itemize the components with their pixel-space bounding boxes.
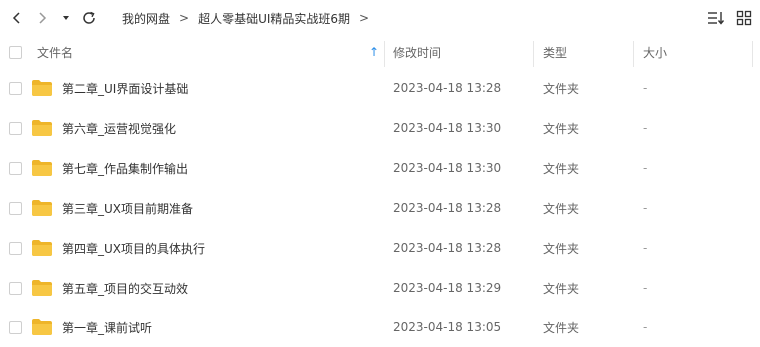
file-size: - — [643, 281, 648, 295]
file-name[interactable]: 第五章_项目的交互动效 — [62, 268, 188, 308]
file-size: - — [643, 161, 648, 175]
file-size: - — [643, 201, 648, 215]
file-modified: 2023-04-18 13:30 — [393, 161, 502, 175]
table-row[interactable]: 第二章_UI界面设计基础 2023-04-18 13:28 文件夹 - — [0, 68, 760, 108]
breadcrumb-separator: > — [179, 11, 190, 25]
toolbar: 我的网盘 > 超人零基础UI精品实战班6期 > — [0, 0, 760, 36]
view-toggle-button[interactable] — [734, 9, 754, 27]
select-all-checkbox[interactable] — [9, 46, 22, 59]
file-type: 文件夹 — [543, 81, 580, 96]
file-name[interactable]: 第三章_UX项目前期准备 — [62, 188, 193, 228]
row-checkbox[interactable] — [9, 122, 22, 135]
history-dropdown-button[interactable] — [59, 7, 73, 29]
breadcrumb-separator: > — [359, 11, 370, 25]
column-header-type[interactable]: 类型 — [543, 38, 567, 66]
row-checkbox[interactable] — [9, 162, 22, 175]
file-modified: 2023-04-18 13:28 — [393, 241, 502, 255]
file-name[interactable]: 第六章_运营视觉强化 — [62, 108, 176, 148]
column-divider[interactable] — [752, 41, 753, 67]
sort-button[interactable] — [706, 9, 726, 27]
table-row[interactable]: 第一章_课前试听 2023-04-18 13:05 文件夹 - — [0, 307, 760, 347]
row-checkbox[interactable] — [9, 242, 22, 255]
file-modified: 2023-04-18 13:29 — [393, 281, 502, 295]
table-row[interactable]: 第三章_UX项目前期准备 2023-04-18 13:28 文件夹 - — [0, 188, 760, 228]
chevron-right-icon — [39, 12, 47, 24]
file-size: - — [643, 241, 648, 255]
breadcrumb-item-current[interactable]: 超人零基础UI精品实战班6期 — [198, 10, 350, 27]
file-size: - — [643, 81, 648, 95]
file-modified: 2023-04-18 13:05 — [393, 320, 502, 334]
column-divider[interactable] — [384, 41, 385, 67]
column-divider[interactable] — [633, 41, 634, 67]
column-header-name[interactable]: 文件名 — [37, 38, 73, 66]
refresh-button[interactable] — [78, 7, 100, 29]
row-checkbox[interactable] — [9, 202, 22, 215]
caret-down-icon — [63, 16, 69, 20]
chevron-left-icon — [12, 12, 20, 24]
file-name[interactable]: 第二章_UI界面设计基础 — [62, 68, 188, 108]
file-modified: 2023-04-18 13:28 — [393, 81, 502, 95]
file-name[interactable]: 第一章_课前试听 — [62, 307, 152, 347]
breadcrumb-item-root[interactable]: 我的网盘 — [122, 10, 170, 27]
folder-icon — [32, 200, 52, 216]
file-modified: 2023-04-18 13:30 — [393, 121, 502, 135]
file-size: - — [643, 121, 648, 135]
row-checkbox[interactable] — [9, 321, 22, 334]
folder-icon — [32, 240, 52, 256]
column-header-modified[interactable]: 修改时间 — [393, 38, 441, 66]
file-type: 文件夹 — [543, 281, 580, 296]
grid-view-icon — [736, 10, 752, 26]
row-checkbox[interactable] — [9, 282, 22, 295]
file-modified: 2023-04-18 13:28 — [393, 201, 502, 215]
sort-ascending-icon[interactable]: ↑ — [369, 38, 379, 66]
table-row[interactable]: 第五章_项目的交互动效 2023-04-18 13:29 文件夹 - — [0, 268, 760, 308]
folder-icon — [32, 80, 52, 96]
folder-icon — [32, 120, 52, 136]
folder-icon — [32, 160, 52, 176]
table-header: 文件名 ↑ 修改时间 类型 大小 — [0, 38, 760, 67]
file-size: - — [643, 320, 648, 334]
column-divider[interactable] — [533, 41, 534, 67]
file-type: 文件夹 — [543, 320, 580, 335]
folder-icon — [32, 280, 52, 296]
table-row[interactable]: 第四章_UX项目的具体执行 2023-04-18 13:28 文件夹 - — [0, 228, 760, 268]
row-checkbox[interactable] — [9, 82, 22, 95]
file-name[interactable]: 第七章_作品集制作输出 — [62, 148, 188, 188]
table-row[interactable]: 第六章_运营视觉强化 2023-04-18 13:30 文件夹 - — [0, 108, 760, 148]
file-type: 文件夹 — [543, 121, 580, 136]
file-type: 文件夹 — [543, 161, 580, 176]
back-button[interactable] — [6, 7, 28, 29]
file-type: 文件夹 — [543, 241, 580, 256]
table-row[interactable]: 第七章_作品集制作输出 2023-04-18 13:30 文件夹 - — [0, 148, 760, 188]
forward-button[interactable] — [31, 7, 53, 29]
sort-list-icon — [708, 12, 725, 25]
file-type: 文件夹 — [543, 201, 580, 216]
refresh-icon — [83, 11, 95, 24]
folder-icon — [32, 319, 52, 335]
breadcrumb: 我的网盘 > 超人零基础UI精品实战班6期 > — [122, 0, 378, 36]
file-name[interactable]: 第四章_UX项目的具体执行 — [62, 228, 205, 268]
column-header-size[interactable]: 大小 — [643, 38, 667, 66]
